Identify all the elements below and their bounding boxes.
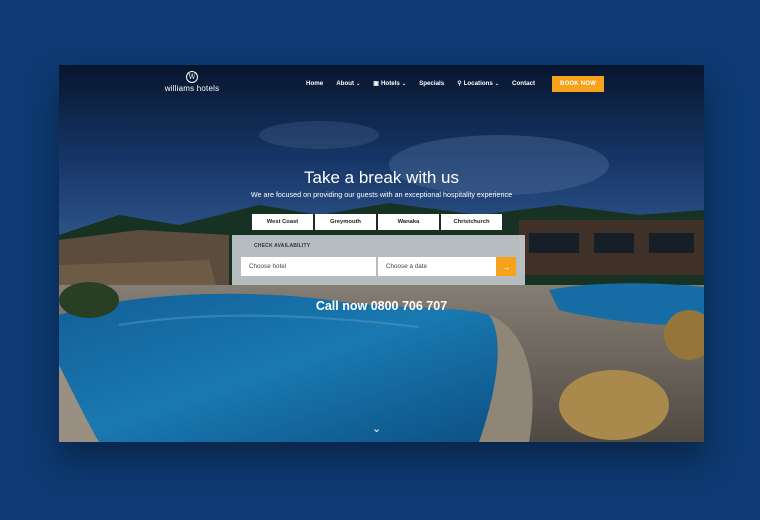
chevron-down-icon: ⌄ (494, 80, 500, 87)
hotel-select[interactable]: Choose hotel (241, 257, 376, 276)
nav-item-contact[interactable]: Contact (512, 80, 535, 87)
brand-logo[interactable]: W williams hotels (162, 71, 222, 93)
region-tab-greymouth[interactable]: Greymouth (315, 214, 376, 230)
map-pin-icon: ⚲ (457, 81, 462, 87)
logo-mark: W (186, 71, 198, 83)
chevron-down-icon: ⌄ (356, 80, 361, 87)
search-availability-button[interactable]: → (496, 257, 516, 276)
nav-item-label: Home (306, 80, 324, 87)
chevron-down-icon: ⌄ (401, 80, 407, 87)
nav-item-about[interactable]: About ⌄ (336, 80, 360, 87)
region-tab-wanaka[interactable]: Wanaka (378, 214, 439, 230)
nav-item-label: Specials (419, 80, 445, 87)
nav-item-locations[interactable]: ⚲ Locations ⌄ (457, 80, 499, 87)
nav-item-specials[interactable]: Specials (419, 80, 444, 87)
arrow-right-icon: → (501, 261, 511, 272)
scroll-down-chevron-icon[interactable]: ⌄ (372, 422, 381, 435)
nav-item-label: Locations (463, 80, 493, 87)
nav-item-home[interactable]: Home (306, 80, 323, 87)
nav-item-hotels[interactable]: ▣ Hotels ⌄ (373, 80, 406, 87)
availability-title: CHECK AVAILABILITY (254, 243, 311, 249)
availability-widget: CHECK AVAILABILITY Choose hotel Choose a… (232, 235, 525, 285)
website-frame: W williams hotels Home About ⌄ ▣ Hotels … (59, 65, 704, 442)
region-tabs: West Coast Greymouth Wanaka Christchurch (252, 214, 504, 230)
nav-item-label: Hotels (380, 80, 400, 87)
bed-icon: ▣ (373, 81, 379, 87)
brand-name: williams hotels (164, 84, 220, 93)
call-now-text[interactable]: Call now 0800 706 707 (59, 299, 704, 313)
hero-subheadline: We are focused on providing our guests w… (250, 190, 513, 199)
date-picker[interactable]: Choose a date (378, 257, 496, 276)
region-tab-west-coast[interactable]: West Coast (252, 214, 313, 230)
region-tab-christchurch[interactable]: Christchurch (441, 214, 502, 230)
main-nav: Home About ⌄ ▣ Hotels ⌄ Specials ⚲ Locat… (306, 80, 548, 87)
hero-headline: Take a break with us (304, 168, 459, 187)
book-now-button[interactable]: BOOK NOW (552, 76, 604, 92)
nav-item-label: About (336, 80, 355, 87)
nav-item-label: Contact (512, 80, 536, 87)
